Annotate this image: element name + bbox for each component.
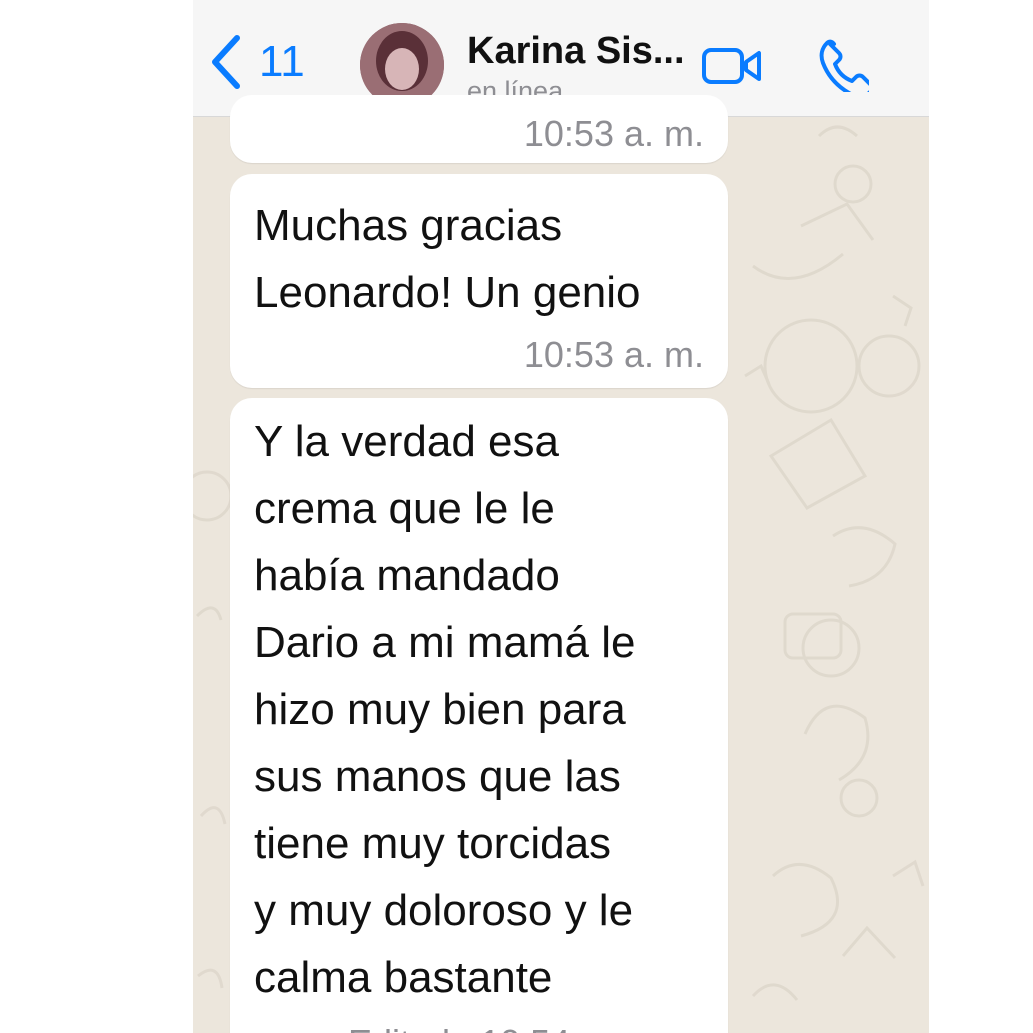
video-camera-icon [702, 48, 761, 84]
message-bubble[interactable]: Muchas gracias Leonardo! Un genio 10:53 … [230, 174, 728, 388]
message-text: Muchas gracias Leonardo! Un genio [254, 201, 641, 317]
video-call-button[interactable] [701, 42, 763, 90]
message-time: 10:53 a. m. [523, 334, 704, 375]
chevron-left-icon [212, 35, 240, 89]
message-bubble[interactable]: Y la verdad esa crema que le le había ma… [230, 398, 728, 1033]
phone-icon [819, 39, 875, 99]
voice-call-button[interactable] [817, 38, 875, 99]
message-bubble[interactable]: 10:53 a. m. [230, 95, 728, 163]
back-button[interactable]: 11 [209, 30, 305, 94]
edited-time-label: Editado 10:54 [348, 1022, 570, 1033]
chat-screen: 11 Karina Sis... en línea 10:53 a. m. Mu… [193, 0, 929, 1033]
unread-count: 11 [259, 37, 305, 86]
contact-name: Karina Sis... [467, 30, 685, 72]
message-time: 10:53 a. m. [523, 113, 704, 154]
message-text: Y la verdad esa crema que le le había ma… [254, 417, 636, 1002]
